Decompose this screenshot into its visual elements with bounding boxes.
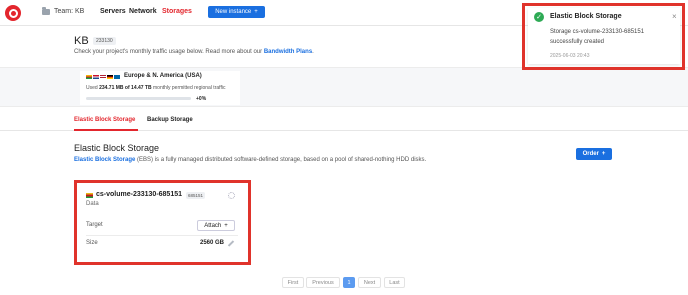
team-label: Team: KB [54,8,85,15]
attach-label: Attach [204,222,222,229]
flag-icon [107,75,113,79]
nav-storages[interactable]: Storages [162,8,192,15]
pagination-first[interactable]: First [282,277,304,288]
project-id-badge: 233130 [93,37,116,45]
plus-icon: + [254,9,258,15]
ebs-link[interactable]: Elastic Block Storage [74,157,135,163]
nav-servers[interactable]: Servers [100,8,126,15]
attach-button[interactable]: Attach + [197,220,235,231]
size-label: Size [86,240,98,246]
volume-id-badge: 685151 [186,192,206,199]
region-name: Europe & N. America (USA) [124,73,202,79]
volume-type: Data [86,201,99,207]
flag-icon [114,75,120,79]
region-usage-text: Used 234.71 MB of 14.47 TB monthly permi… [86,85,225,91]
flag-icon [86,193,93,198]
flag-icon [100,75,106,79]
pagination-page-1[interactable]: 1 [343,277,355,288]
tab-backup-storage[interactable]: Backup Storage [147,117,193,123]
brand-logo-icon[interactable] [5,5,21,21]
section-description: Elastic Block Storage (EBS) is a fully m… [74,157,426,163]
gear-icon[interactable] [228,192,235,199]
toast-timestamp: 2025-06-03 20:43 [550,53,590,59]
region-flags [86,75,120,79]
divider [86,235,238,236]
plus-icon: + [224,222,228,229]
flag-icon [86,75,92,79]
toast-message: Storage cs-volume-233130-685151 successf… [550,29,645,45]
order-button[interactable]: Order + [576,148,612,160]
usage-prefix: Used [86,85,98,91]
new-instance-label: New instance [215,9,252,15]
target-label: Target [86,222,103,228]
section-title: Elastic Block Storage [74,143,160,153]
toast-title: Elastic Block Storage [550,13,622,20]
folder-icon [42,6,50,15]
plus-icon: + [601,151,606,157]
description-text: Check your project's monthly traffic usa… [74,49,263,55]
pagination-last[interactable]: Last [384,277,405,288]
usage-percent: +0% [196,96,207,102]
tab-elastic-block-storage[interactable]: Elastic Block Storage [74,117,135,123]
volume-name: cs-volume-233130-685151 [96,191,183,198]
ebs-description-text: (EBS) is a fully managed distributed sof… [137,157,427,163]
new-instance-button[interactable]: New instance + [208,6,265,18]
pagination-next[interactable]: Next [358,277,381,288]
page-title: KB [74,35,89,47]
nav-network[interactable]: Network [129,8,157,15]
description-end: . [312,49,314,55]
usage-value: 234.71 MB of 14.47 TB [99,85,152,91]
page-description: Check your project's monthly traffic usa… [74,49,314,55]
order-label: Order [582,151,599,157]
active-tab-indicator [74,129,138,131]
bandwidth-plans-link[interactable]: Bandwidth Plans [264,49,312,55]
team-selector[interactable]: Team: KB [42,6,85,15]
usage-suffix: monthly permitted regional traffic [153,85,226,91]
close-icon[interactable]: × [672,12,677,21]
flag-icon [93,75,99,79]
usage-progress-bar [86,97,191,100]
pagination-previous[interactable]: Previous [306,277,340,288]
check-circle-icon: ✓ [534,12,544,22]
size-value: 2560 GB [200,240,225,246]
